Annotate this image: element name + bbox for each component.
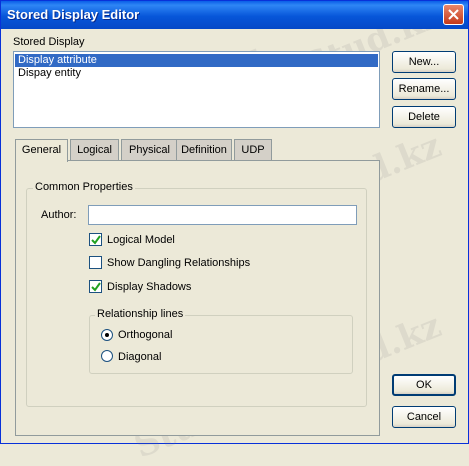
display-shadows-checkbox[interactable]	[89, 280, 102, 293]
common-properties-legend: Common Properties	[33, 181, 135, 193]
ok-button[interactable]: OK	[392, 374, 456, 396]
stored-display-list[interactable]: Display attribute Dispay entity	[13, 51, 380, 128]
display-shadows-label[interactable]: Display Shadows	[107, 281, 191, 293]
tab-general[interactable]: General	[15, 139, 68, 162]
rename-button[interactable]: Rename...	[392, 78, 456, 100]
orthogonal-radio[interactable]	[101, 329, 113, 341]
show-dangling-relationships-label[interactable]: Show Dangling Relationships	[107, 257, 250, 269]
new-button[interactable]: New...	[392, 51, 456, 73]
stored-display-label: Stored Display	[13, 36, 85, 48]
list-item[interactable]: Display attribute	[15, 54, 378, 67]
window-title: Stored Display Editor	[7, 7, 140, 22]
checkmark-icon	[91, 235, 101, 245]
close-button[interactable]	[443, 4, 464, 25]
close-icon	[448, 9, 459, 20]
cancel-button[interactable]: Cancel	[392, 406, 456, 428]
list-item[interactable]: Dispay entity	[15, 67, 378, 80]
author-field[interactable]	[88, 205, 357, 225]
stored-display-editor-window: Stud.kz Stud.kz Stud.kz Stud.kz Stud.kz …	[0, 0, 469, 466]
diagonal-label[interactable]: Diagonal	[118, 351, 161, 363]
author-label: Author:	[41, 209, 77, 221]
tab-definition[interactable]: Definition	[176, 139, 232, 161]
relationship-lines-group: Relationship lines Orthogonal Diagonal	[89, 308, 353, 374]
title-bar[interactable]: Stored Display Editor	[1, 1, 468, 29]
diagonal-radio[interactable]	[101, 350, 113, 362]
relationship-lines-legend: Relationship lines	[95, 308, 186, 320]
delete-button[interactable]: Delete	[392, 106, 456, 128]
tab-udp[interactable]: UDP	[234, 139, 272, 161]
tab-logical[interactable]: Logical	[70, 139, 119, 161]
logical-model-label[interactable]: Logical Model	[107, 234, 175, 246]
common-properties-group: Common Properties Author: Logical Model …	[26, 181, 367, 407]
orthogonal-label[interactable]: Orthogonal	[118, 329, 172, 341]
tab-physical[interactable]: Physical	[121, 139, 178, 161]
checkmark-icon	[91, 282, 101, 292]
show-dangling-relationships-checkbox[interactable]	[89, 256, 102, 269]
general-tab-panel: Common Properties Author: Logical Model …	[15, 160, 380, 436]
logical-model-checkbox[interactable]	[89, 233, 102, 246]
